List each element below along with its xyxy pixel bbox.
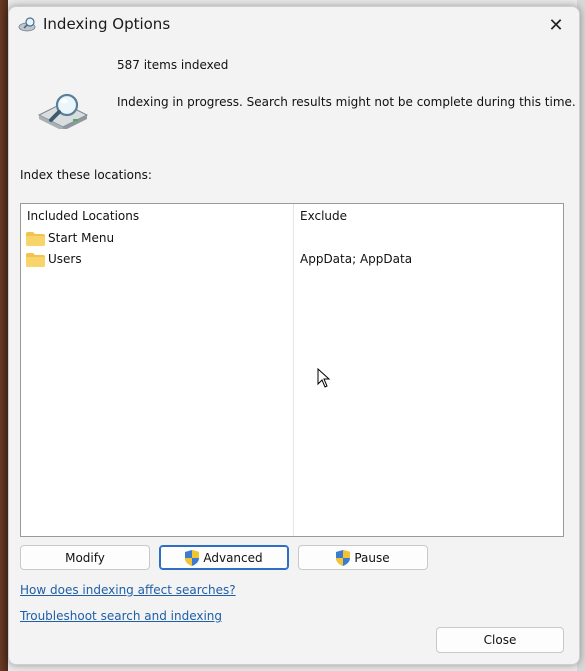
items-indexed-count: 587 items indexed	[117, 58, 229, 72]
locations-list[interactable]: Included Locations Exclude Start Menu Us…	[20, 203, 564, 537]
advanced-button-label: Advanced	[203, 550, 263, 565]
indexing-status-message: Indexing in progress. Search results mig…	[117, 95, 576, 109]
modify-button[interactable]: Modify	[20, 545, 150, 570]
uac-shield-icon	[185, 549, 200, 566]
drive-magnifier-icon	[37, 93, 89, 129]
location-name: Users	[48, 252, 82, 266]
indexing-options-icon	[18, 17, 36, 32]
column-header-included[interactable]: Included Locations	[27, 209, 139, 223]
column-divider	[293, 204, 294, 536]
close-icon[interactable]: ✕	[541, 12, 571, 38]
close-button[interactable]: Close	[436, 627, 564, 653]
folder-icon	[26, 253, 45, 267]
indexing-options-dialog: Indexing Options ✕ 587 items indexed Ind…	[8, 6, 580, 665]
pause-button-label: Pause	[354, 550, 390, 565]
modify-button-label: Modify	[65, 550, 105, 565]
mouse-cursor-icon	[317, 368, 331, 388]
window-title: Indexing Options	[43, 15, 171, 33]
title-bar[interactable]: Indexing Options ✕	[9, 7, 579, 41]
column-header-exclude[interactable]: Exclude	[300, 209, 347, 223]
folder-icon	[26, 232, 45, 246]
pause-button[interactable]: Pause	[298, 545, 428, 570]
exclude-value: AppData; AppData	[300, 252, 413, 266]
how-indexing-affects-searches-link[interactable]: How does indexing affect searches?	[20, 583, 236, 597]
uac-shield-icon	[336, 549, 351, 566]
locations-label: Index these locations:	[20, 168, 152, 182]
close-button-label: Close	[483, 633, 517, 647]
advanced-button[interactable]: Advanced	[159, 545, 289, 570]
location-name: Start Menu	[48, 231, 115, 245]
troubleshoot-search-link[interactable]: Troubleshoot search and indexing	[20, 609, 222, 623]
